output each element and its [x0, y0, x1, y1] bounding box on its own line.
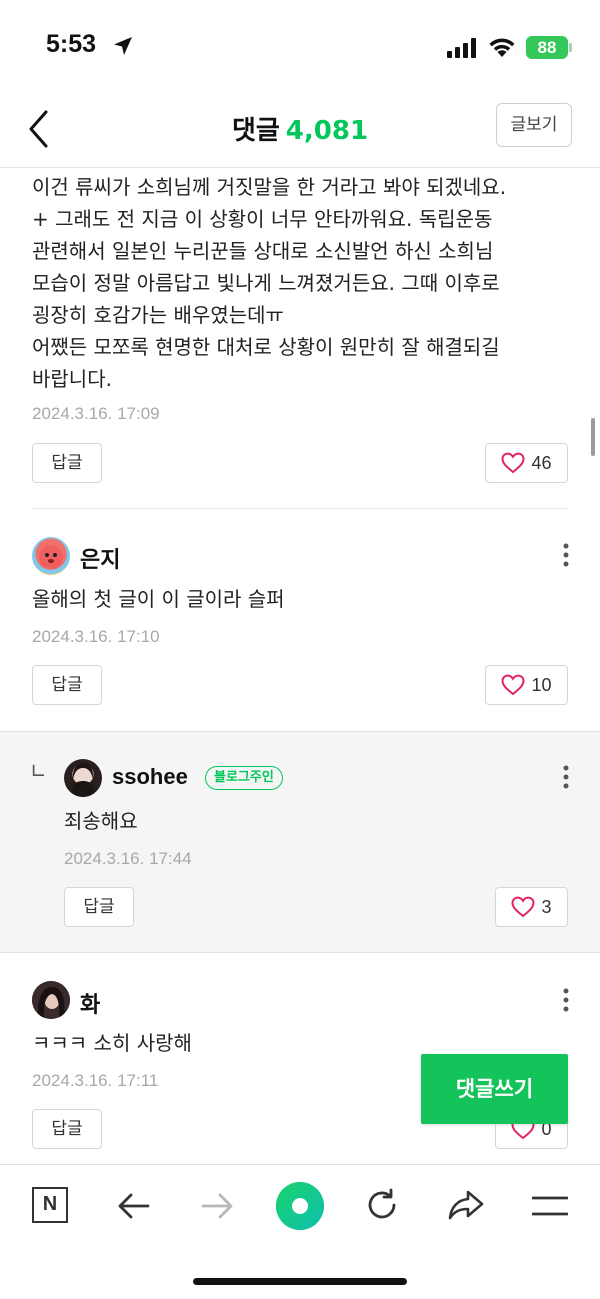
comment-text: 이건 류씨가 소희님께 거짓말을 한 거라고 봐야 되겠네요. + 그래도 전 …	[32, 171, 577, 395]
comment-line: 이건 류씨가 소희님께 거짓말을 한 거라고 봐야 되겠네요.	[32, 175, 507, 199]
heart-icon	[501, 452, 525, 474]
status-bar: 5:53 88	[0, 0, 600, 92]
naver-n-icon[interactable]: N	[32, 1187, 68, 1223]
like-button[interactable]: 3	[495, 887, 568, 927]
reply-button[interactable]: 답글	[32, 1109, 102, 1149]
more-options-icon[interactable]	[562, 988, 570, 1012]
comment-line: 관련해서 일본인 누리꾼들 상대로 소신발언 하신 소희님	[32, 239, 494, 263]
comment-line: 바랍니다.	[32, 367, 112, 391]
write-comment-button[interactable]: 댓글쓰기	[421, 1054, 568, 1124]
location-arrow-icon	[114, 37, 132, 55]
comments-header: 댓글 4,081 글보기	[0, 92, 600, 168]
blog-owner-badge: 블로그주인	[205, 766, 283, 790]
avatar-photo-icon	[32, 981, 70, 1019]
comment-date: 2024.3.16. 17:44	[64, 849, 192, 868]
comment-line: 굉장히 호감가는 배우였는데ㅠ	[32, 303, 284, 327]
comment-date: 2024.3.16. 17:10	[32, 627, 160, 646]
avatar-face-icon	[39, 545, 63, 569]
avatar-photo-icon	[71, 763, 95, 797]
reply-button[interactable]: 답글	[32, 665, 102, 705]
comment-line: 어쨌든 모쪼록 현명한 대처로 상황이 원만히 잘 해결되길	[32, 335, 500, 359]
comment-date: 2024.3.16. 17:09	[32, 404, 160, 423]
avatar[interactable]	[64, 759, 102, 797]
comment-author[interactable]: 화	[80, 987, 100, 1019]
avatar[interactable]	[32, 981, 70, 1019]
refresh-icon[interactable]	[364, 1187, 400, 1223]
home-circle-icon[interactable]	[276, 1182, 324, 1230]
comment-author[interactable]: 은지	[80, 542, 120, 574]
page-title-text: 댓글	[231, 116, 280, 146]
like-button[interactable]: 46	[485, 443, 568, 483]
reply-top-divider	[0, 731, 600, 732]
share-icon[interactable]	[447, 1189, 485, 1221]
more-options-icon[interactable]	[562, 543, 570, 567]
avatar[interactable]	[32, 537, 70, 575]
like-count: 46	[531, 453, 552, 473]
like-count: 3	[541, 897, 552, 917]
battery-indicator: 88	[526, 36, 568, 59]
reply-button[interactable]: 답글	[32, 443, 102, 483]
wifi-icon	[489, 38, 515, 57]
owner-reply-item: ∟ ssohee 블로그주인 죄송해요 2024.3.16. 17:44 답글 …	[0, 731, 600, 953]
menu-icon[interactable]	[532, 1195, 568, 1217]
comment-text: 죄송해요	[64, 809, 138, 833]
comment-text: ㅋㅋㅋ 소히 사랑해	[32, 1031, 192, 1055]
comment-divider	[32, 508, 568, 509]
reply-button[interactable]: 답글	[64, 887, 134, 927]
more-options-icon[interactable]	[562, 765, 570, 789]
like-count: 10	[531, 675, 552, 695]
like-button[interactable]: 10	[485, 665, 568, 705]
reply-marker: ∟	[30, 759, 47, 783]
battery-tip	[569, 43, 572, 52]
status-time: 5:53	[46, 30, 97, 58]
home-indicator[interactable]	[193, 1278, 407, 1285]
view-post-button[interactable]: 글보기	[496, 103, 572, 147]
heart-icon	[501, 674, 525, 696]
back-arrow-icon[interactable]	[117, 1191, 151, 1221]
forward-arrow-icon[interactable]	[200, 1191, 234, 1221]
comment-line: 모습이 정말 아름답고 빛나게 느껴졌거든요. 그때 이후로	[32, 271, 500, 295]
scrollbar-thumb[interactable]	[591, 418, 595, 456]
comment-line: + 그래도 전 지금 이 상황이 너무 안타까워요. 독립운동	[32, 207, 493, 231]
cellular-signal-icon	[447, 38, 476, 58]
reply-bottom-divider	[0, 952, 600, 953]
comment-date: 2024.3.16. 17:11	[32, 1071, 159, 1090]
heart-icon	[511, 896, 535, 918]
comment-list: 이건 류씨가 소희님께 거짓말을 한 거라고 봐야 되겠네요. + 그래도 전 …	[0, 169, 600, 1164]
comment-text: 올해의 첫 글이 이 글이라 슬퍼	[32, 587, 285, 611]
comment-author[interactable]: ssohee	[112, 764, 188, 790]
comment-count: 4,081	[285, 116, 369, 146]
